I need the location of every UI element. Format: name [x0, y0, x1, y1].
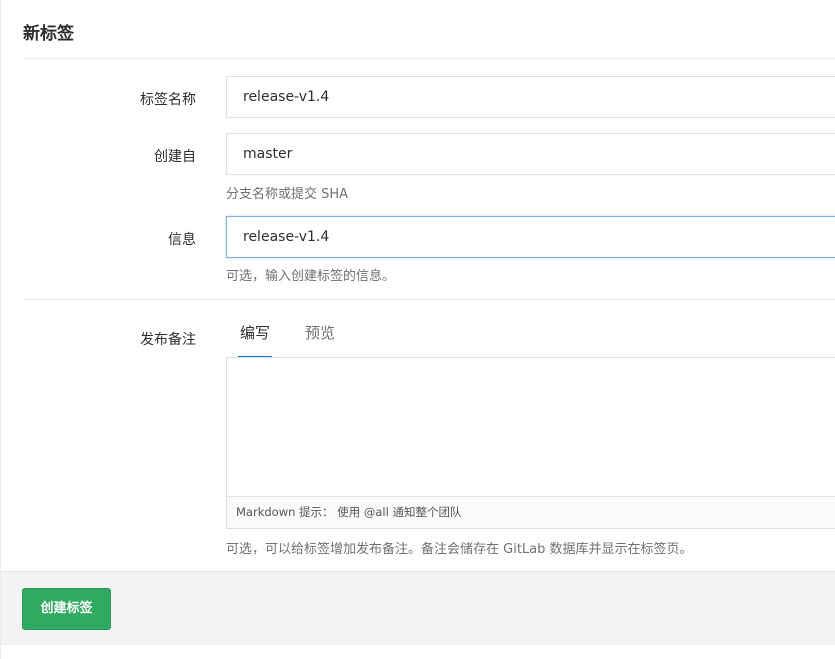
- tag-name-input[interactable]: release-v1.4: [226, 76, 835, 118]
- release-notes-label: 发布备注: [140, 332, 196, 348]
- create-tag-button[interactable]: 创建标签: [22, 588, 111, 630]
- release-notes-textarea[interactable]: [227, 358, 835, 497]
- section-divider: [23, 299, 835, 300]
- release-notes-help: 可选，可以给标签增加发布备注。备注会储存在 GitLab 数据库并显示在标签页。: [226, 542, 693, 557]
- title-divider: [23, 58, 835, 59]
- tag-name-label: 标签名称: [140, 92, 196, 108]
- tab-preview-label: 预览: [305, 324, 336, 342]
- tab-write[interactable]: 编写: [238, 322, 273, 358]
- tab-preview[interactable]: 预览: [303, 322, 337, 358]
- message-help: 可选，输入创建标签的信息。: [226, 269, 396, 284]
- message-input[interactable]: release-v1.4: [226, 216, 835, 258]
- markdown-hint: Markdown 提示： 使用 @all 通知整个团队: [227, 496, 835, 528]
- message-label: 信息: [168, 232, 196, 248]
- form-actions: 创建标签: [1, 571, 835, 645]
- new-tag-page: 新标签 标签名称 release-v1.4 创建自 master 分支名称或提交…: [0, 0, 835, 659]
- create-from-label: 创建自: [154, 149, 196, 165]
- release-notes-editor: Markdown 提示： 使用 @all 通知整个团队: [226, 357, 835, 529]
- create-from-input[interactable]: master: [226, 133, 835, 175]
- page-title: 新标签: [23, 24, 74, 44]
- tab-write-label: 编写: [240, 324, 271, 342]
- bottom-strip: [1, 645, 835, 659]
- create-from-help: 分支名称或提交 SHA: [226, 187, 349, 202]
